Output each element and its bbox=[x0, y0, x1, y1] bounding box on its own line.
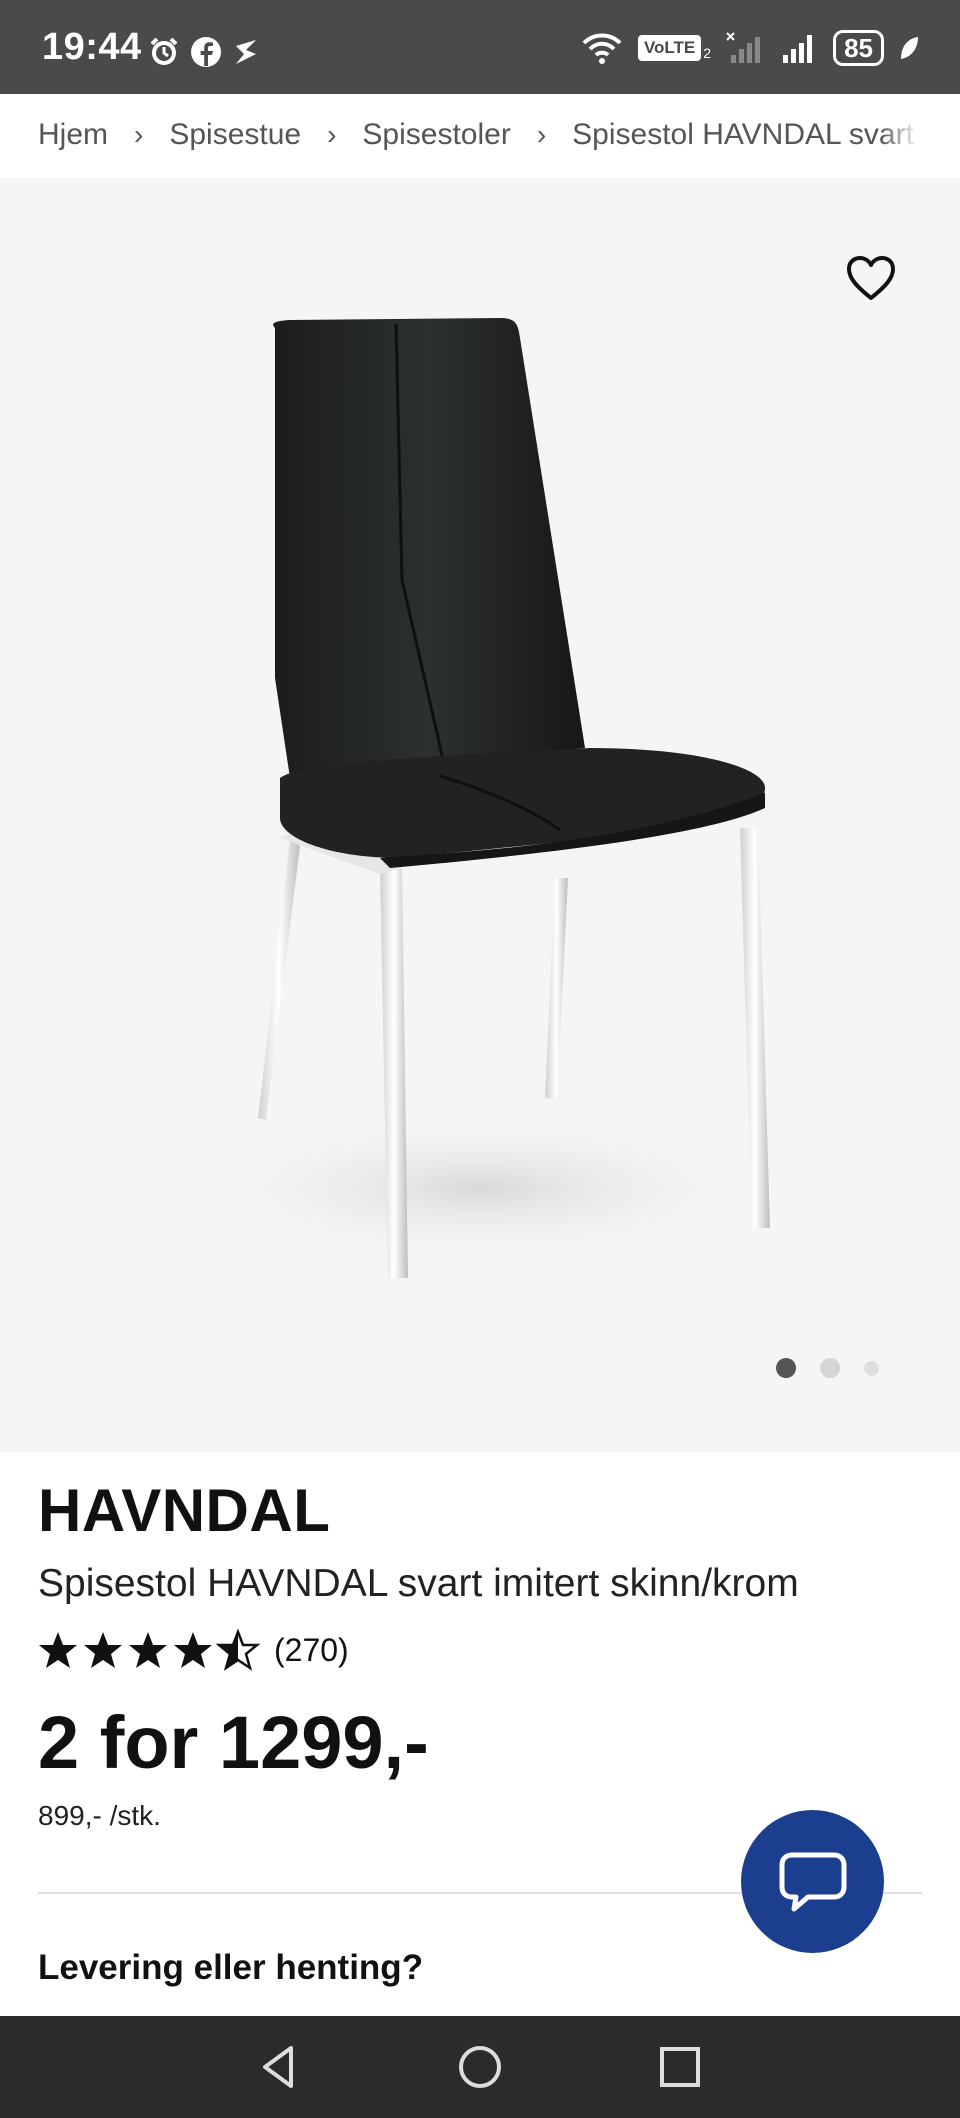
breadcrumb-separator: › bbox=[536, 119, 547, 150]
breadcrumb-current: Spisestol HAVNDAL svart bbox=[572, 118, 914, 151]
recents-icon[interactable] bbox=[655, 2042, 705, 2092]
product-subtitle: Spisestol HAVNDAL svart imitert skinn/kr… bbox=[38, 1562, 799, 1605]
product-brand: HAVNDAL bbox=[38, 1477, 331, 1544]
status-right-icons: VoLTE 2 85 bbox=[580, 30, 920, 66]
volte-label: VoLTE bbox=[637, 35, 702, 61]
chair-product-image bbox=[180, 318, 780, 1278]
carousel-dot[interactable] bbox=[820, 1358, 840, 1378]
carousel-dot[interactable] bbox=[864, 1360, 879, 1376]
product-gallery[interactable] bbox=[0, 178, 960, 1452]
breadcrumb-home[interactable]: Hjem bbox=[38, 118, 108, 152]
heart-outline-icon[interactable] bbox=[846, 254, 896, 304]
product-rating[interactable]: (270) bbox=[38, 1628, 349, 1672]
chat-bubble-icon bbox=[779, 1852, 846, 1911]
delivery-heading[interactable]: Levering eller henting? bbox=[38, 1948, 423, 1988]
breadcrumb-fade bbox=[880, 95, 920, 175]
system-nav-bar bbox=[0, 2016, 960, 2118]
signal-sim2-icon bbox=[726, 32, 761, 63]
signal-sim1-icon bbox=[783, 35, 813, 63]
breadcrumb-separator: › bbox=[327, 119, 337, 150]
wifi-icon bbox=[582, 33, 622, 64]
breadcrumb-spisestoler[interactable]: Spisestoler bbox=[362, 118, 510, 152]
status-time: 19:44 bbox=[42, 26, 142, 68]
status-bar: 19:44 VoLTE 2 85 bbox=[0, 0, 960, 94]
battery-icon: 85 bbox=[833, 30, 884, 66]
status-left-icons bbox=[148, 36, 260, 68]
leaf-icon bbox=[901, 37, 918, 59]
breadcrumb-separator: › bbox=[134, 119, 144, 150]
unit-price: 899,- /stk. bbox=[38, 1800, 161, 1831]
rating-count[interactable]: (270) bbox=[274, 1632, 349, 1669]
carousel-dots bbox=[776, 1358, 903, 1378]
app-icon bbox=[236, 40, 256, 64]
chat-button[interactable] bbox=[741, 1810, 884, 1953]
volte-sim: 2 bbox=[703, 45, 712, 61]
breadcrumb-spisestue[interactable]: Spisestue bbox=[169, 118, 301, 152]
facebook-icon bbox=[191, 37, 221, 67]
rating-stars-icon bbox=[39, 1630, 259, 1670]
home-icon[interactable] bbox=[455, 2042, 505, 2092]
product-price: 2 for 1299,- bbox=[38, 1701, 429, 1784]
alarm-icon bbox=[150, 37, 178, 65]
back-icon[interactable] bbox=[255, 2042, 305, 2092]
volte-badge: VoLTE 2 bbox=[637, 35, 712, 61]
breadcrumb: Hjem › Spisestue › Spisestoler › Spisest… bbox=[38, 95, 920, 175]
carousel-dot-active[interactable] bbox=[776, 1358, 796, 1378]
